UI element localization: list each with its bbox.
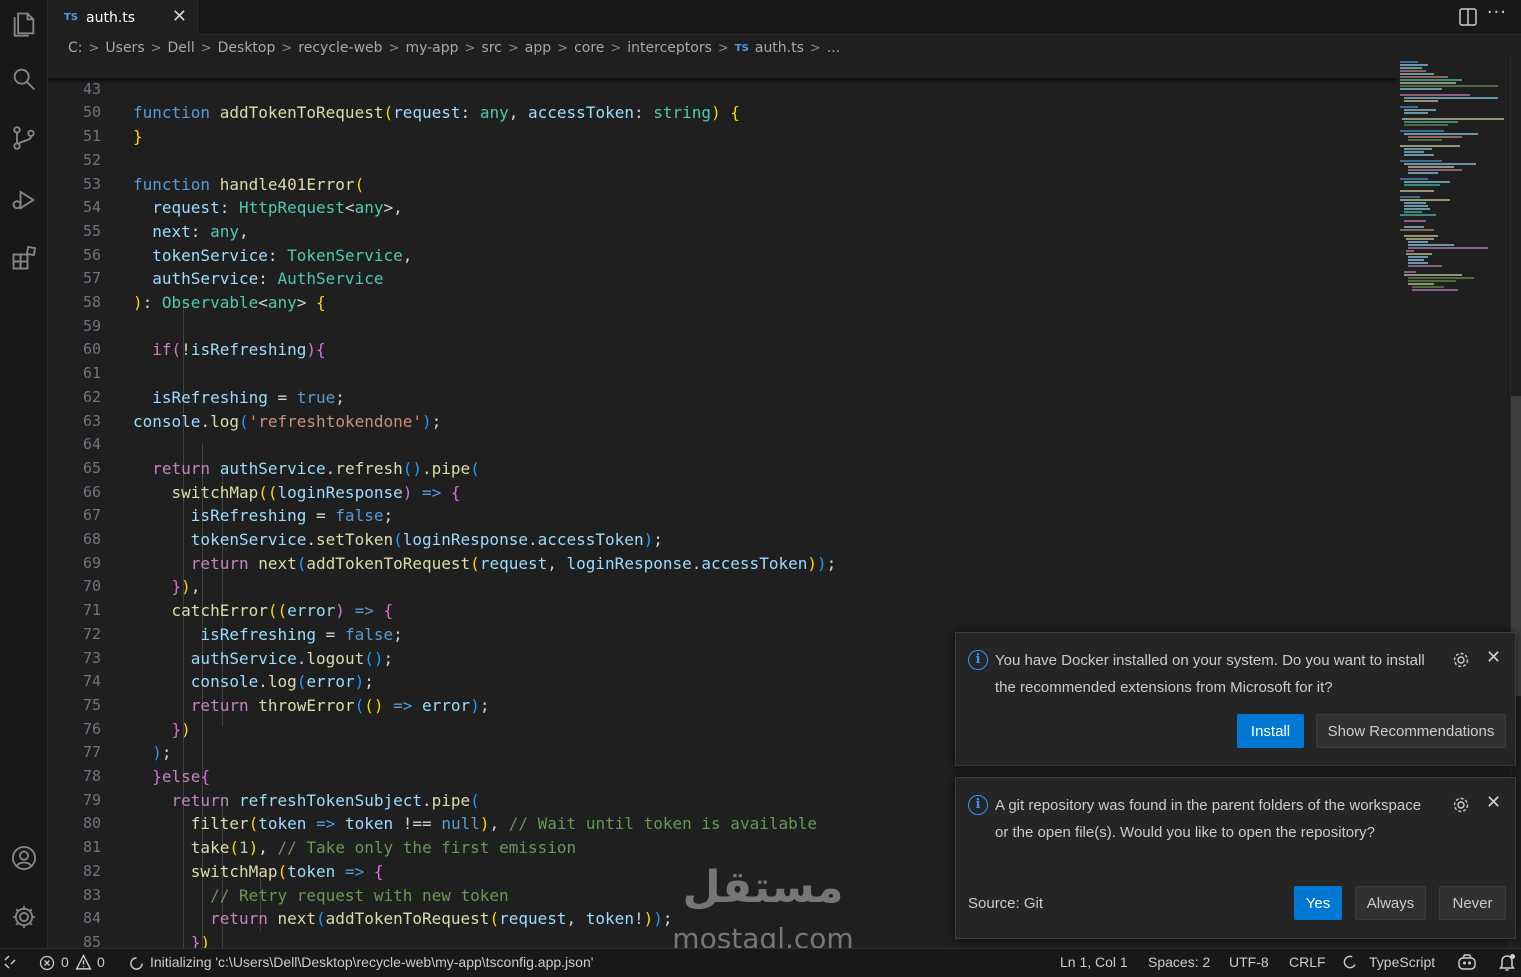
cursor-position[interactable]: Ln 1, Col 1: [1060, 954, 1128, 970]
always-button[interactable]: Always: [1355, 886, 1426, 920]
activity-bar: [0, 0, 48, 948]
files-icon[interactable]: [0, 0, 48, 48]
status-bar: 0 0 Initializing 'c:\Users\Dell\Desktop\…: [0, 948, 1521, 977]
never-button[interactable]: Never: [1439, 886, 1506, 920]
gear-icon[interactable]: [1451, 795, 1471, 815]
chevron-right-icon: >: [200, 40, 212, 56]
breadcrumb-item[interactable]: src: [481, 40, 501, 56]
code-line[interactable]: 67 tokenService.setToken(loginResponse.a…: [48, 481, 1398, 549]
breadcrumb-item[interactable]: Desktop: [218, 40, 276, 56]
code-line[interactable]: 55 tokenService: TokenService,: [48, 196, 1398, 265]
chevron-right-icon: >: [88, 40, 100, 56]
watermark-arabic: مستقل: [682, 862, 844, 913]
tab-label: auth.ts: [86, 9, 136, 26]
git-notification: i A git repository was found in the pare…: [955, 777, 1516, 939]
tab-auth-ts[interactable]: TS auth.ts ✕: [48, 0, 198, 35]
code-line[interactable]: 58: [48, 267, 1398, 311]
tab-bar: TS auth.ts ✕ ···: [48, 0, 1521, 35]
language-mode[interactable]: TypeScript: [1369, 954, 1435, 970]
extensions-icon[interactable]: [0, 234, 48, 282]
code-line[interactable]: 54 next: any,: [48, 173, 1398, 241]
close-icon[interactable]: ✕: [1486, 647, 1501, 668]
code-line[interactable]: 69 }),: [48, 528, 1398, 597]
breadcrumb-file[interactable]: auth.ts: [755, 40, 804, 56]
breadcrumb-item[interactable]: interceptors: [627, 40, 712, 56]
code-line[interactable]: 68 return next(addTokenToRequest(request…: [48, 504, 1398, 573]
chevron-right-icon: >: [281, 40, 293, 56]
code-line[interactable]: 60: [48, 315, 1398, 358]
copilot-icon[interactable]: [1457, 953, 1477, 972]
watermark: مستقل mostaql.com: [668, 862, 858, 955]
breadcrumb-item[interactable]: Dell: [168, 40, 195, 56]
code-line[interactable]: 72 authService.logout();: [48, 599, 1398, 668]
info-icon: i: [968, 795, 988, 815]
warning-icon[interactable]: [75, 954, 92, 971]
typescript-file-icon: TS: [734, 42, 749, 54]
run-debug-icon[interactable]: [0, 176, 48, 224]
code-text: function addTokenToRequest(request: any,…: [133, 103, 740, 123]
code-line[interactable]: 57 ): Observable<any> {: [48, 244, 1398, 312]
info-icon: i: [968, 650, 988, 670]
code-line[interactable]: 61 isRefreshing = true;: [48, 338, 1398, 407]
code-line[interactable]: 59 if(!isRefreshing){: [48, 291, 1398, 360]
chevron-right-icon: >: [610, 40, 622, 56]
gear-icon[interactable]: [1451, 650, 1471, 670]
more-actions-icon[interactable]: ···: [1487, 2, 1507, 23]
code-line[interactable]: 56 authService: AuthService: [48, 220, 1398, 289]
sticky-scroll-line[interactable]: 43 function addTokenToRequest(request: a…: [48, 56, 1398, 122]
yes-button[interactable]: Yes: [1294, 886, 1342, 920]
split-editor-icon[interactable]: [1459, 8, 1477, 26]
bell-icon[interactable]: [1498, 953, 1516, 972]
chevron-right-icon: >: [507, 40, 519, 56]
typescript-file-icon: TS: [64, 12, 79, 23]
chevron-right-icon: >: [717, 40, 729, 56]
breadcrumb-item[interactable]: my-app: [405, 40, 458, 56]
breadcrumb-item[interactable]: Users: [105, 40, 144, 56]
line-number: 43: [82, 79, 101, 98]
code-line[interactable]: 71 isRefreshing = false;: [48, 575, 1398, 644]
chevron-right-icon: >: [464, 40, 476, 56]
line-ending[interactable]: CRLF: [1289, 954, 1326, 970]
language-status-icon[interactable]: [1342, 955, 1357, 970]
code-line[interactable]: 66 isRefreshing = false;: [48, 457, 1398, 526]
breadcrumb-item[interactable]: app: [525, 40, 551, 56]
chevron-right-icon: >: [809, 40, 821, 56]
code-line[interactable]: 52 function handle401Error(: [48, 125, 1398, 194]
code-line[interactable]: 62 console.log('refreshtokendone');: [48, 362, 1398, 431]
chevron-right-icon: >: [388, 40, 400, 56]
accounts-icon[interactable]: [0, 834, 48, 882]
error-icon[interactable]: [39, 955, 55, 971]
remote-icon[interactable]: [2, 954, 18, 970]
warning-count[interactable]: 0: [97, 954, 105, 970]
show-recommendations-button[interactable]: Show Recommendations: [1316, 714, 1506, 748]
code-line[interactable]: 70 catchError((error) => {: [48, 552, 1398, 620]
chevron-right-icon: >: [557, 40, 569, 56]
spinner-icon: [130, 957, 143, 970]
error-count[interactable]: 0: [61, 954, 69, 970]
breadcrumb-item[interactable]: core: [574, 40, 604, 56]
settings-gear-icon[interactable]: [0, 893, 48, 941]
source-control-icon[interactable]: [0, 114, 48, 162]
encoding[interactable]: UTF-8: [1229, 954, 1269, 970]
code-line[interactable]: 65 switchMap((loginResponse) => {: [48, 433, 1398, 502]
close-icon[interactable]: ✕: [1486, 792, 1501, 813]
code-line[interactable]: 53 request: HttpRequest<any>,: [48, 149, 1398, 218]
docker-notification: i You have Docker installed on your syst…: [955, 632, 1516, 766]
breadcrumb-symbols[interactable]: ...: [827, 40, 840, 56]
code-line[interactable]: 64 return authService.refresh().pipe(: [48, 410, 1398, 478]
close-icon[interactable]: ✕: [172, 6, 187, 27]
notification-message: A git repository was found in the parent…: [995, 797, 1422, 841]
indentation[interactable]: Spaces: 2: [1148, 954, 1210, 970]
status-progress[interactable]: Initializing 'c:\Users\Dell\Desktop\recy…: [150, 954, 593, 970]
search-icon[interactable]: [0, 55, 48, 103]
chevron-right-icon: >: [150, 40, 162, 56]
notification-source: Source: Git: [968, 895, 1044, 912]
install-button[interactable]: Install: [1237, 714, 1304, 748]
breadcrumb-item[interactable]: recycle-web: [298, 40, 382, 56]
notification-message: You have Docker installed on your system…: [995, 652, 1425, 696]
code-line[interactable]: 50 }: [48, 78, 1398, 146]
breadcrumb-item[interactable]: C:: [68, 40, 83, 56]
code-line[interactable]: 63: [48, 386, 1398, 430]
